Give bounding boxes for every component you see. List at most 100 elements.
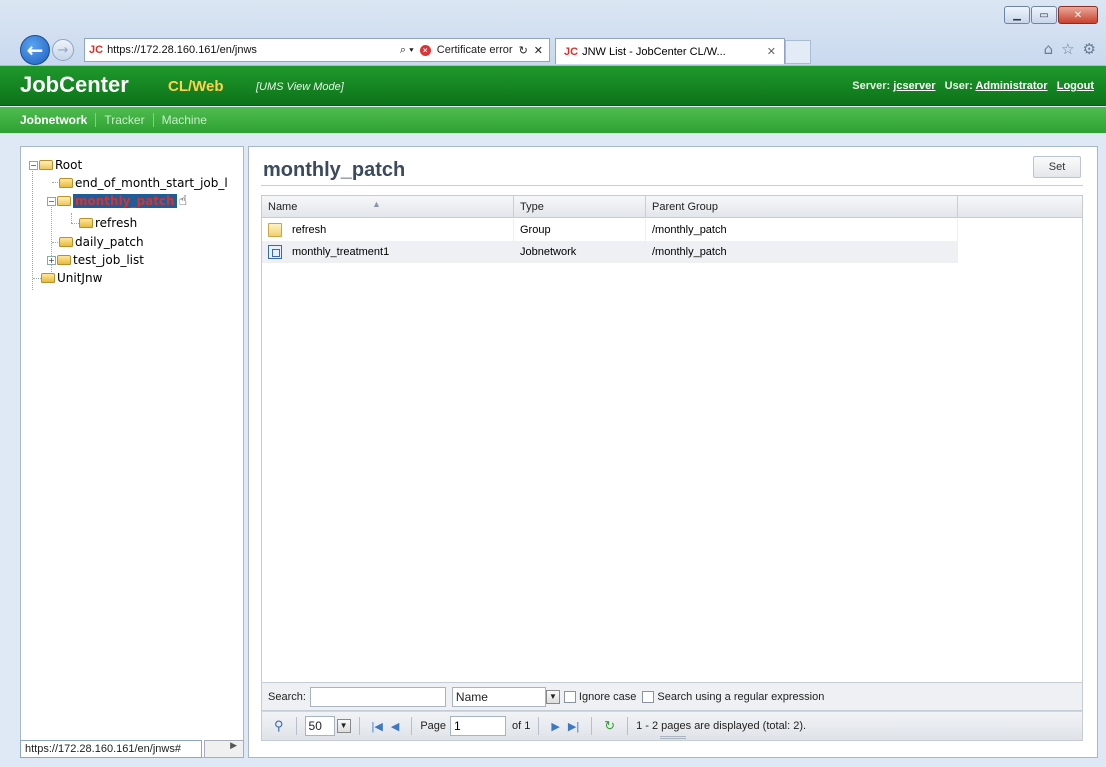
back-button[interactable]: ←	[20, 35, 50, 65]
cell-type: Group	[514, 219, 646, 241]
first-page-icon[interactable]: |◀	[372, 720, 383, 733]
next-page-icon[interactable]: ▶	[551, 720, 559, 733]
folder-open-icon	[39, 160, 53, 170]
column-header-name[interactable]: Name ▲	[262, 196, 514, 218]
certificate-error-icon[interactable]: ×	[419, 44, 431, 56]
refresh-icon[interactable]: ↻	[604, 718, 615, 734]
row-name[interactable]: monthly_treatment1	[292, 241, 389, 263]
pager-bar: ⚲ 50 ▼ |◀ ◀ Page of 1 ▶ ▶| ↻ 1 - 2 pages…	[261, 711, 1083, 741]
tree-guide-line	[71, 223, 79, 224]
search-label: Search:	[268, 690, 306, 703]
page-size-dropdown-icon[interactable]: ▼	[336, 719, 351, 733]
collapse-toggle-icon[interactable]: −	[29, 160, 38, 170]
tree-label[interactable]: UnitJnw	[57, 271, 102, 285]
resize-grip[interactable]	[660, 736, 686, 739]
refresh-icon[interactable]: ↻	[519, 44, 528, 57]
ignore-case-checkbox[interactable]	[563, 690, 576, 703]
table-row[interactable]: monthly_treatment1 Jobnetwork /monthly_p…	[262, 241, 958, 263]
cell-parent-group: /monthly_patch	[646, 241, 958, 263]
cell-parent-group: /monthly_patch	[646, 219, 958, 241]
expand-toggle-icon[interactable]: +	[47, 255, 56, 265]
address-actions: ⌕ ▾ × Certificate error ↻ ✕	[400, 44, 549, 57]
forward-button[interactable]: →	[52, 39, 74, 61]
tree-label[interactable]: end_of_month_start_job_l	[75, 176, 228, 190]
column-header-type[interactable]: Type	[514, 196, 646, 218]
back-arrow-icon: ←	[26, 38, 44, 62]
tree-node-root[interactable]: − Root	[29, 157, 82, 173]
set-button[interactable]: Set	[1033, 156, 1081, 178]
user-link[interactable]: Administrator	[975, 80, 1047, 92]
separator	[411, 717, 413, 735]
stop-icon[interactable]: ✕	[534, 44, 543, 57]
separator	[295, 717, 297, 735]
tree-label[interactable]: Root	[55, 158, 82, 172]
tree-node-monthly-patch[interactable]: − monthly_patch ☝	[47, 193, 187, 209]
search-icon[interactable]: ⚲	[274, 718, 284, 734]
table-row[interactable]: refresh Group /monthly_patch	[262, 219, 958, 241]
maximize-button[interactable]: ▭	[1031, 6, 1057, 24]
column-label: Name	[268, 201, 298, 213]
tree-node-refresh[interactable]: refresh	[79, 215, 137, 231]
menu-tracker[interactable]: Tracker	[96, 113, 154, 127]
cell-name[interactable]: refresh	[262, 219, 514, 241]
folder-icon	[59, 178, 73, 188]
tree-node-end-of-month[interactable]: end_of_month_start_job_l	[59, 175, 228, 191]
search-input[interactable]	[309, 686, 446, 707]
tab-close-icon[interactable]: ✕	[767, 45, 776, 58]
page-size-select-value[interactable]: 50	[304, 716, 335, 736]
menu-machine[interactable]: Machine	[154, 113, 215, 127]
close-window-button[interactable]: ✕	[1058, 6, 1098, 24]
tree-node-unitjnw[interactable]: UnitJnw	[41, 270, 102, 286]
separator	[538, 717, 540, 735]
search-field-select-value[interactable]: Name	[451, 686, 546, 707]
logout-link[interactable]: Logout	[1057, 80, 1094, 92]
menu-jobnetwork[interactable]: Jobnetwork	[20, 113, 97, 127]
settings-gear-icon[interactable]: ⚙	[1083, 40, 1096, 58]
server-link[interactable]: jcserver	[893, 80, 935, 92]
tree-label-selected[interactable]: monthly_patch	[73, 194, 177, 208]
regex-checkbox[interactable]	[642, 690, 655, 703]
tree-node-test-job-list[interactable]: + test_job_list	[47, 252, 144, 268]
column-header-parent-group[interactable]: Parent Group	[646, 196, 958, 218]
tree-hscroll[interactable]: ▶	[204, 740, 244, 758]
last-page-icon[interactable]: ▶|	[568, 720, 579, 733]
tree-guide-line	[32, 163, 33, 290]
address-bar[interactable]: JC https://172.28.160.161/en/jnws ⌕ ▾ × …	[84, 38, 550, 62]
previous-page-icon[interactable]: ◀	[391, 720, 399, 733]
scroll-right-icon[interactable]: ▶	[230, 741, 237, 751]
folder-icon	[268, 223, 282, 237]
collapse-toggle-icon[interactable]: −	[47, 196, 56, 206]
folder-icon	[79, 218, 93, 228]
search-dropdown-icon[interactable]: ⌕ ▾	[400, 44, 414, 57]
address-url[interactable]: https://172.28.160.161/en/jnws	[107, 44, 307, 56]
tab-favicon-icon: JC	[564, 45, 579, 58]
sort-ascending-icon: ▲	[372, 199, 381, 209]
site-favicon-icon: JC	[89, 44, 104, 56]
ignore-case-label[interactable]: Ignore case	[579, 691, 636, 703]
session-info: Server: jcserver User: Administrator Log…	[852, 80, 1094, 92]
certificate-error-label[interactable]: Certificate error	[437, 44, 513, 56]
browser-tab[interactable]: JC JNW List - JobCenter CL/W... ✕	[555, 38, 785, 64]
favorites-star-icon[interactable]: ☆	[1061, 40, 1074, 58]
regex-label[interactable]: Search using a regular expression	[657, 691, 824, 703]
cell-name[interactable]: monthly_treatment1	[262, 241, 514, 263]
search-field-dropdown-icon[interactable]: ▼	[545, 689, 560, 704]
folder-icon	[57, 255, 71, 265]
page-number-input[interactable]	[450, 716, 507, 736]
tree-label[interactable]: test_job_list	[73, 253, 144, 267]
tree-label[interactable]: daily_patch	[75, 235, 144, 249]
jobnetwork-icon	[268, 245, 282, 259]
main-menu: Jobnetwork Tracker Machine	[0, 107, 1106, 133]
tree-label[interactable]: refresh	[95, 216, 137, 230]
minimize-button[interactable]: ▁	[1004, 6, 1030, 24]
server-label: Server:	[852, 80, 891, 92]
row-name[interactable]: refresh	[292, 219, 326, 241]
home-icon[interactable]: ⌂	[1044, 40, 1054, 58]
folder-icon	[41, 273, 55, 283]
browser-chrome: ▁ ▭ ✕ ← → JC https://172.28.160.161/en/j…	[0, 0, 1106, 66]
tree-node-daily-patch[interactable]: daily_patch	[59, 234, 144, 250]
forward-arrow-icon: →	[57, 42, 69, 58]
new-tab-button[interactable]	[785, 40, 811, 64]
page-count-label: of 1	[512, 720, 531, 732]
column-header-filler	[958, 196, 1082, 218]
